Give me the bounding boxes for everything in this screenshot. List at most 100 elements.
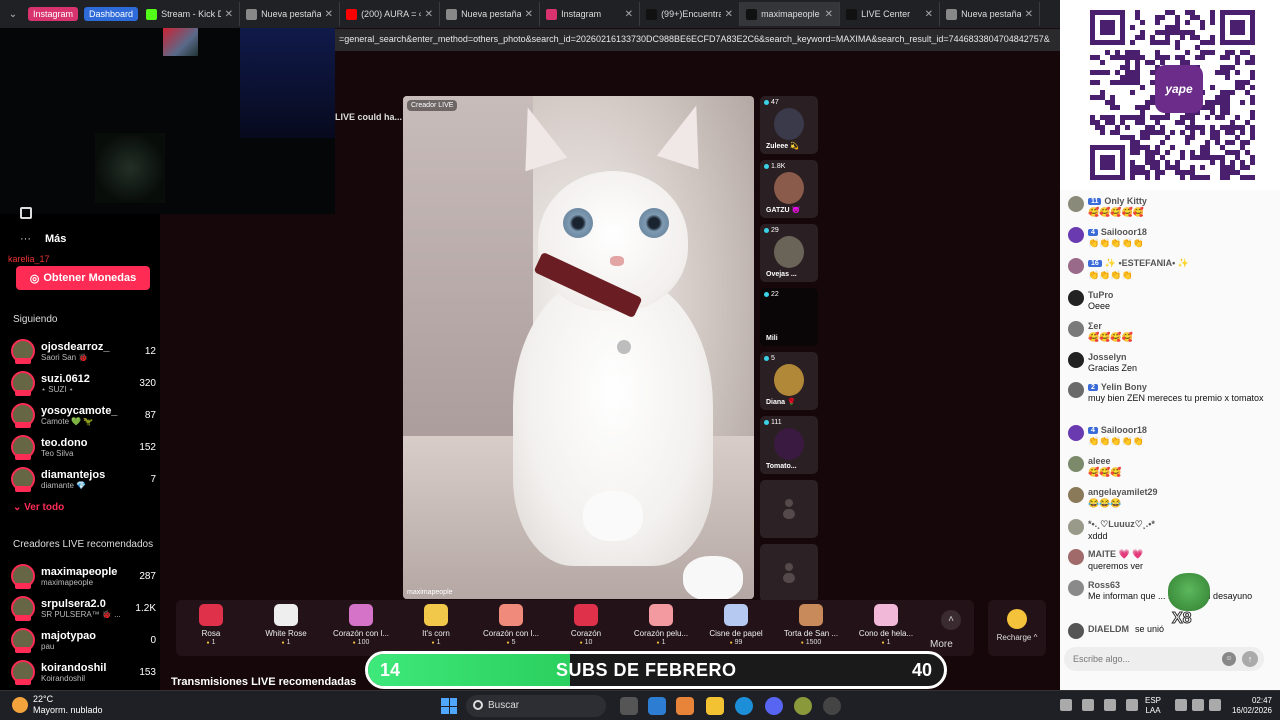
close-icon[interactable]: ✕ <box>425 9 433 20</box>
task-view-icon[interactable] <box>620 697 638 715</box>
chat-avatar[interactable] <box>1068 321 1084 337</box>
live-thumbnail[interactable]: 29 Ovejas ... <box>760 224 818 282</box>
live-thumbnail[interactable]: 22 Mili <box>760 288 818 346</box>
more-dots-icon[interactable]: ··· <box>20 233 31 245</box>
chat-input[interactable]: Escribe algo... ☺ ↑ <box>1064 647 1264 671</box>
following-item[interactable]: yosoycamote_ Camote 💚 🦖 87 <box>11 401 156 429</box>
chat-user[interactable]: 4 Sailooor18 <box>1088 425 1276 435</box>
chat-avatar[interactable] <box>1068 382 1084 398</box>
chat-user[interactable]: MAITE 💗 💗 <box>1088 549 1276 560</box>
discord-icon[interactable] <box>765 697 783 715</box>
chat-avatar[interactable] <box>1068 456 1084 472</box>
mic-icon[interactable] <box>1126 699 1138 711</box>
chat-avatar[interactable] <box>1068 549 1084 565</box>
clock[interactable]: 02:47 16/02/2026 <box>1232 696 1272 716</box>
office-icon[interactable] <box>676 697 694 715</box>
chat-user[interactable]: 4 Sailooor18 <box>1088 227 1276 237</box>
live-thumbnail[interactable]: 47 Zuleee 💫 <box>760 96 818 154</box>
browser-tab[interactable]: (200) AURA = ∞ ✕ <box>340 2 441 26</box>
taskbar-search[interactable]: Buscar <box>466 695 606 717</box>
chat-avatar[interactable] <box>1068 227 1084 243</box>
gift-item[interactable]: It's corn1 <box>401 604 471 646</box>
chat-avatar[interactable] <box>1068 258 1084 274</box>
browser-tab[interactable]: Nueva pestaña ✕ <box>440 2 541 26</box>
edge-icon[interactable] <box>735 697 753 715</box>
weather-widget[interactable]: 22°C Mayorm. nublado <box>12 694 103 716</box>
gift-item[interactable]: Corazón con l...5 <box>476 604 546 646</box>
chat-avatar[interactable] <box>1068 487 1084 503</box>
recommended-item[interactable]: koirandoshil Koirandoshil 153 <box>11 658 156 686</box>
chat-user[interactable]: Josselyn <box>1088 352 1276 362</box>
store-icon[interactable] <box>648 697 666 715</box>
gift-item[interactable]: Torta de San ...1500 <box>776 604 846 646</box>
chat-user[interactable]: 16 ✨ •ESTEFANIA• ✨ <box>1088 258 1276 269</box>
close-icon[interactable]: ✕ <box>725 9 733 20</box>
chat-user[interactable]: DIAELDM <box>1088 623 1129 635</box>
following-item[interactable]: ojosdearroz_ Saori San 🐞 12 <box>11 337 156 365</box>
live-thumbnail[interactable]: 5 Diana 🌹 <box>760 352 818 410</box>
gift-item[interactable]: Cisne de papel99 <box>701 604 771 646</box>
bookmark-dashboard[interactable]: Dashboard <box>84 7 139 21</box>
close-icon[interactable]: ✕ <box>925 9 933 20</box>
obs-icon[interactable] <box>823 697 841 715</box>
network-icon[interactable] <box>1192 699 1204 711</box>
file-explorer-icon[interactable] <box>706 697 724 715</box>
recommended-item[interactable]: majotypao pau 0 <box>11 626 156 654</box>
tray-chevron-icon[interactable] <box>1060 699 1072 711</box>
close-icon[interactable]: ✕ <box>525 9 533 20</box>
volume-icon[interactable] <box>1209 699 1221 711</box>
gift-item[interactable]: Corazón pelu...1 <box>626 604 696 646</box>
following-item[interactable]: suzi.0612 ⋆ SUZI ⋆ 320 <box>11 369 156 397</box>
browser-tab[interactable]: LIVE Center ✕ <box>840 2 941 26</box>
emoji-icon[interactable]: ☺ <box>1222 652 1236 666</box>
gift-item[interactable]: Corazón10 <box>551 604 621 646</box>
chat-avatar[interactable] <box>1068 580 1084 596</box>
chat-user[interactable]: 11 Only Kitty <box>1088 196 1276 206</box>
more-gifts-label[interactable]: More <box>930 639 953 650</box>
language-indicator[interactable]: ESP LAA <box>1145 696 1161 716</box>
browser-tab[interactable]: maximapeople ✕ <box>740 2 841 26</box>
more-gifts-button[interactable]: ˄ <box>941 610 961 630</box>
address-bar[interactable]: =general_search&enter_method=others_phot… <box>335 29 1060 51</box>
see-all-link[interactable]: ⌄ Ver todo <box>13 502 64 513</box>
browser-tab[interactable]: Instagram ✕ <box>540 2 641 26</box>
chrome-icon[interactable] <box>794 697 812 715</box>
close-icon[interactable]: ✕ <box>825 9 833 20</box>
recharge-button[interactable]: Recharge ^ <box>988 600 1046 656</box>
more-menu-item[interactable]: Más <box>45 233 66 245</box>
chat-avatar[interactable] <box>1068 352 1084 368</box>
tray-app-icon[interactable] <box>1104 699 1116 711</box>
browser-tab[interactable]: (99+)Encuentra ✕ <box>640 2 741 26</box>
chat-avatar[interactable] <box>1068 425 1084 441</box>
chat-user[interactable]: Σer <box>1088 321 1276 331</box>
windows-start-icon[interactable] <box>441 698 457 714</box>
live-thumbnail[interactable]: 1.8K GATZU 😈 <box>760 160 818 218</box>
stream-owner[interactable]: maximapeople <box>407 589 453 596</box>
live-thumbnail[interactable]: 111 Tomato... <box>760 416 818 474</box>
chat-avatar[interactable] <box>1068 519 1084 535</box>
close-icon[interactable]: ✕ <box>325 9 333 20</box>
chat-avatar[interactable] <box>1068 290 1084 306</box>
chat-avatar[interactable] <box>1068 196 1084 212</box>
bookmark-instagram[interactable]: Instagram <box>28 7 79 21</box>
live-video[interactable]: Creador LIVE maximapeople <box>403 96 754 599</box>
get-coins-button[interactable]: ◎ Obtener Monedas <box>16 266 150 290</box>
gift-item[interactable]: Corazón con l...100 <box>326 604 396 646</box>
tab-search-icon[interactable]: ⌄ <box>4 5 22 23</box>
tray-app-icon[interactable] <box>1082 699 1094 711</box>
chat-user[interactable]: TuPro <box>1088 290 1276 300</box>
chat-user[interactable]: 2 Yelin Bony <box>1088 382 1276 392</box>
browser-tab[interactable]: Nueva pestaña ✕ <box>240 2 341 26</box>
following-item[interactable]: diamantejos diamante 💎 7 <box>11 465 156 493</box>
recommended-item[interactable]: maximapeople maximapeople 287 <box>11 562 156 590</box>
chat-user[interactable]: *•.¸♡Luuuz♡¸.•* <box>1088 519 1276 530</box>
close-icon[interactable]: ✕ <box>225 9 233 20</box>
following-item[interactable]: teo.dono Teo Silva 152 <box>11 433 156 461</box>
chat-user[interactable]: aleee <box>1088 456 1276 466</box>
gift-item[interactable]: Rosa1 <box>176 604 246 646</box>
gift-item[interactable]: Cono de hela...1 <box>851 604 921 646</box>
display-icon[interactable] <box>1175 699 1187 711</box>
send-icon[interactable]: ↑ <box>1242 651 1258 667</box>
chat-avatar[interactable] <box>1068 623 1084 639</box>
recommended-item[interactable]: srpulsera2.0 SR PULSERA™ 🐞 ... 1.2K <box>11 594 156 622</box>
